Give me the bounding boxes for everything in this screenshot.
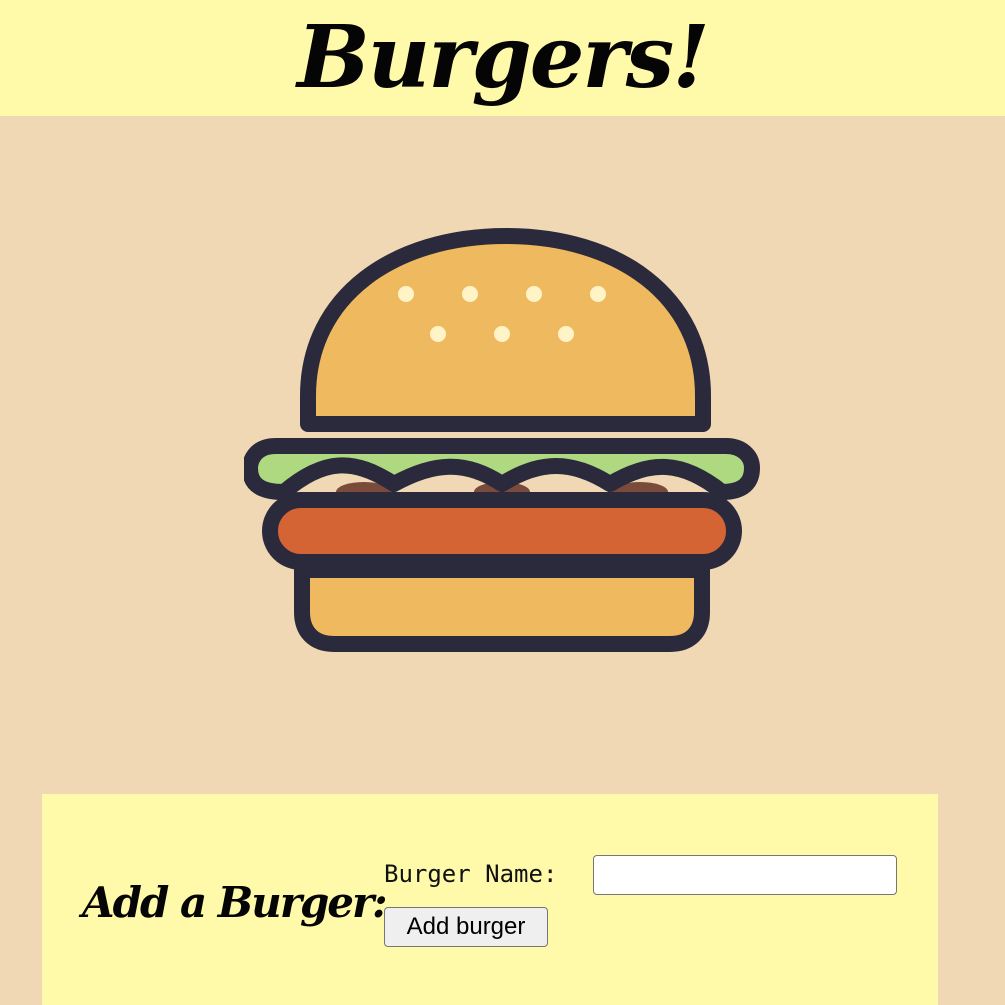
add-burger-button[interactable]: Add burger [384,907,548,947]
page-header: Burgers! [0,0,1005,116]
patty-layer [262,492,742,570]
add-burger-heading: Add a Burger: [82,878,388,927]
burger-illustration [244,226,760,654]
lettuce-layer [244,438,760,500]
burger-icon [244,228,760,652]
burger-name-label: Burger Name: [384,860,558,888]
burger-name-input[interactable] [593,855,897,895]
bottom-bun [294,562,710,652]
add-burger-panel: Add a Burger: Burger Name: Add burger [42,794,938,1005]
page-title: Burgers! [297,7,710,108]
